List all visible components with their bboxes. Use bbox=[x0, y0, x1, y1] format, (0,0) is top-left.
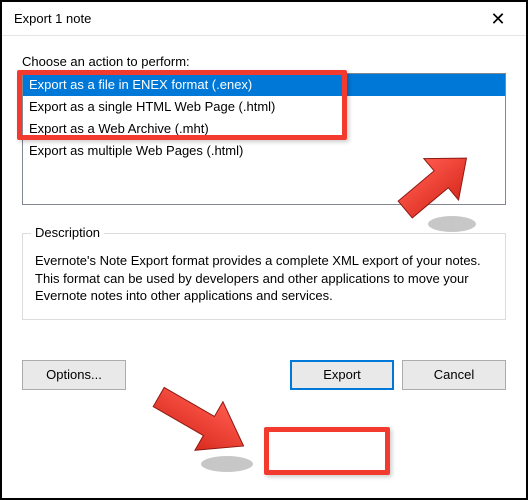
list-item-multiple-html[interactable]: Export as multiple Web Pages (.html) bbox=[23, 140, 505, 162]
window-title: Export 1 note bbox=[14, 11, 91, 26]
export-button[interactable]: Export bbox=[290, 360, 394, 390]
options-button[interactable]: Options... bbox=[22, 360, 126, 390]
description-label: Description bbox=[31, 225, 104, 240]
button-row: Options... Export Cancel bbox=[22, 360, 506, 390]
close-icon[interactable]: ✕ bbox=[478, 10, 518, 28]
titlebar: Export 1 note ✕ bbox=[2, 2, 526, 36]
list-item-web-archive[interactable]: Export as a Web Archive (.mht) bbox=[23, 118, 505, 140]
annotation-highlight-export bbox=[264, 427, 390, 475]
action-label: Choose an action to perform: bbox=[22, 54, 506, 69]
list-item-single-html[interactable]: Export as a single HTML Web Page (.html) bbox=[23, 96, 505, 118]
list-item-enex[interactable]: Export as a file in ENEX format (.enex) bbox=[23, 74, 505, 96]
description-group: Description Evernote's Note Export forma… bbox=[22, 233, 506, 320]
dialog-content: Choose an action to perform: Export as a… bbox=[2, 36, 526, 402]
cancel-button[interactable]: Cancel bbox=[402, 360, 506, 390]
action-listbox[interactable]: Export as a file in ENEX format (.enex) … bbox=[22, 73, 506, 205]
description-text: Evernote's Note Export format provides a… bbox=[35, 252, 493, 305]
